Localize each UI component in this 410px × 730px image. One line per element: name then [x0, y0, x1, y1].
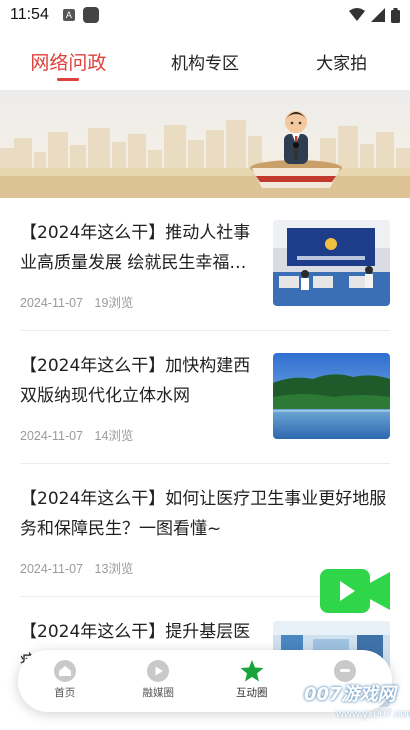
nav-item-home[interactable]: 首页	[18, 650, 112, 712]
article-thumbnail	[273, 220, 390, 306]
nav-label: 互动圈	[236, 687, 268, 699]
watermark-url: www.yx007.com	[336, 708, 410, 720]
tab-label: 大家拍	[316, 54, 368, 74]
article-title: 【2024年这么干】如何让医疗卫生事业更好地服务和保障民生？一图看懂~	[20, 489, 387, 539]
article-title: 【2024年这么干】加快构建西双版纳现代化立体水网	[20, 356, 251, 406]
star-icon	[240, 660, 264, 682]
active-tab-indicator	[57, 78, 80, 81]
watermark: 007游戏网 www.yx007.com	[296, 678, 410, 730]
article-views: 13浏览	[94, 562, 134, 576]
article-title: 【2024年这么干】推动人社事业高质量发展 绘就民生幸福新画卷	[20, 223, 251, 273]
banner-image[interactable]	[0, 90, 410, 198]
article-thumbnail	[273, 353, 390, 439]
article-meta: 2024-11-07 14浏览	[20, 425, 133, 444]
video-camera-icon	[320, 569, 390, 613]
home-icon	[53, 660, 76, 682]
nav-label: 首页	[54, 687, 76, 699]
article-meta: 2024-11-07 13浏览	[20, 558, 133, 577]
play-icon	[147, 660, 170, 682]
notification-app-icon	[82, 7, 99, 23]
signal-icon	[371, 8, 385, 22]
article-date: 2024-11-07	[20, 296, 84, 310]
list-item[interactable]: 【2024年这么干】推动人社事业高质量发展 绘就民生幸福新画卷 2024-11-…	[20, 198, 390, 331]
nav-item-media-circle[interactable]: 融媒圈	[112, 650, 206, 712]
status-bar: 11:54 A	[0, 0, 410, 30]
tab-label: 机构专区	[171, 54, 239, 74]
video-record-button[interactable]	[320, 566, 392, 616]
watermark-text: 007游戏网	[304, 684, 396, 705]
article-views: 14浏览	[94, 429, 134, 443]
tab-label: 网络问政	[30, 52, 107, 74]
top-tab-bar: 网络问政 机构专区 大家拍	[0, 40, 410, 84]
nav-label: 融媒圈	[142, 687, 175, 699]
status-time: 11:54	[10, 6, 49, 23]
nav-item-interaction-circle[interactable]: 互动圈	[205, 650, 299, 712]
tab-institution-zone[interactable]: 机构专区	[137, 40, 274, 84]
tab-everyone-shoots[interactable]: 大家拍	[273, 40, 410, 84]
notification-a-icon: A	[62, 9, 75, 21]
article-date: 2024-11-07	[20, 429, 84, 443]
list-item[interactable]: 【2024年这么干】加快构建西双版纳现代化立体水网 2024-11-07 14浏…	[20, 331, 390, 464]
article-date: 2024-11-07	[20, 562, 84, 576]
tab-network-inquiry[interactable]: 网络问政	[0, 40, 137, 84]
article-meta: 2024-11-07 19浏览	[20, 292, 133, 311]
wifi-icon	[349, 8, 365, 21]
city-skyline-illustration	[0, 111, 410, 198]
battery-icon	[391, 7, 400, 23]
article-views: 19浏览	[94, 296, 134, 310]
